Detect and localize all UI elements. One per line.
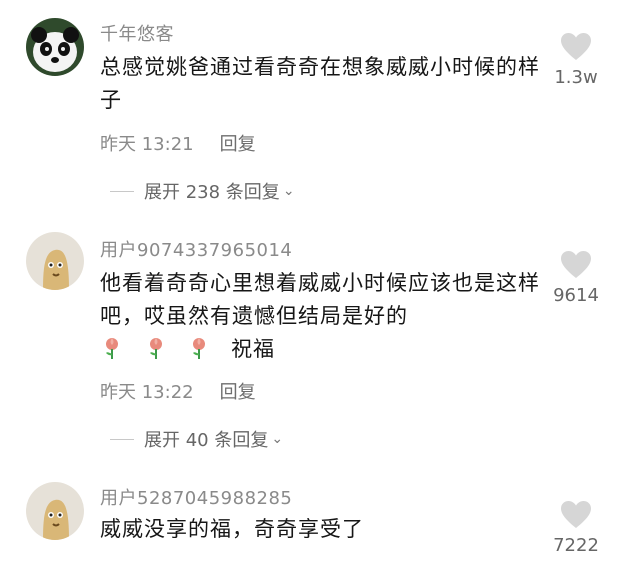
avatar[interactable] — [26, 482, 84, 540]
rose-icon — [193, 338, 206, 359]
reply-button[interactable]: 回复 — [220, 382, 256, 403]
reply-button[interactable]: 回复 — [220, 134, 256, 155]
like-button[interactable]: 7222 — [546, 500, 606, 556]
heart-icon — [561, 501, 591, 528]
like-button[interactable]: 1.3w — [546, 32, 606, 88]
rose-icon — [106, 338, 118, 359]
panda-avatar-icon — [26, 18, 84, 76]
comment-item: 千年悠客 总感觉姚爸通过看奇奇在想象威威小时候的样子 昨天 13:21 回复 展开… — [0, 0, 620, 220]
avatar[interactable] — [26, 18, 84, 76]
comment-text: 他看着奇奇心里想着威威小时候应该也是这样吧，哎虽然有遗憾但结局是好的 祝福 — [100, 267, 540, 366]
default-avatar-icon — [26, 482, 84, 540]
comment-item: 用户9074337965014 他看着奇奇心里想着威威小时候应该也是这样吧，哎虽… — [0, 220, 620, 470]
avatar[interactable] — [26, 232, 84, 290]
timestamp: 昨天 13:21 — [100, 134, 194, 155]
emoji-suffix: 祝福 — [231, 337, 276, 361]
username[interactable]: 用户9074337965014 — [100, 236, 292, 262]
expand-replies-label: 展开 238 条回复 — [144, 182, 280, 203]
expand-replies-button[interactable]: 展开 40 条回复 ⌄ — [110, 426, 283, 452]
like-count: 9614 — [553, 285, 599, 306]
like-count: 7222 — [553, 535, 599, 556]
comment-meta: 昨天 13:22 回复 — [100, 378, 256, 404]
rose-icon — [149, 338, 162, 359]
chevron-down-icon: ⌄ — [282, 183, 295, 199]
comment-text-body: 他看着奇奇心里想着威威小时候应该也是这样吧，哎虽然有遗憾但结局是好的 — [100, 271, 540, 328]
comment-text: 总感觉姚爸通过看奇奇在想象威威小时候的样子 — [100, 55, 540, 112]
like-button[interactable]: 9614 — [546, 250, 606, 306]
username[interactable]: 用户5287045988285 — [100, 484, 292, 510]
heart-icon — [561, 251, 591, 278]
comment-meta: 昨天 13:21 回复 — [100, 130, 256, 156]
username[interactable]: 千年悠客 — [100, 20, 174, 46]
timestamp: 昨天 13:22 — [100, 382, 194, 403]
heart-icon — [561, 33, 591, 60]
expand-replies-label: 展开 40 条回复 — [144, 430, 269, 451]
divider-line — [110, 438, 134, 440]
like-count: 1.3w — [554, 67, 598, 88]
comment-text: 威威没享的福，奇奇享受了 — [100, 517, 364, 541]
default-avatar-icon — [26, 232, 84, 290]
chevron-down-icon: ⌄ — [271, 431, 284, 447]
comment-item: 用户5287045988285 威威没享的福，奇奇享受了 7222 — [0, 470, 620, 561]
expand-replies-button[interactable]: 展开 238 条回复 ⌄ — [110, 178, 295, 204]
divider-line — [110, 190, 134, 192]
